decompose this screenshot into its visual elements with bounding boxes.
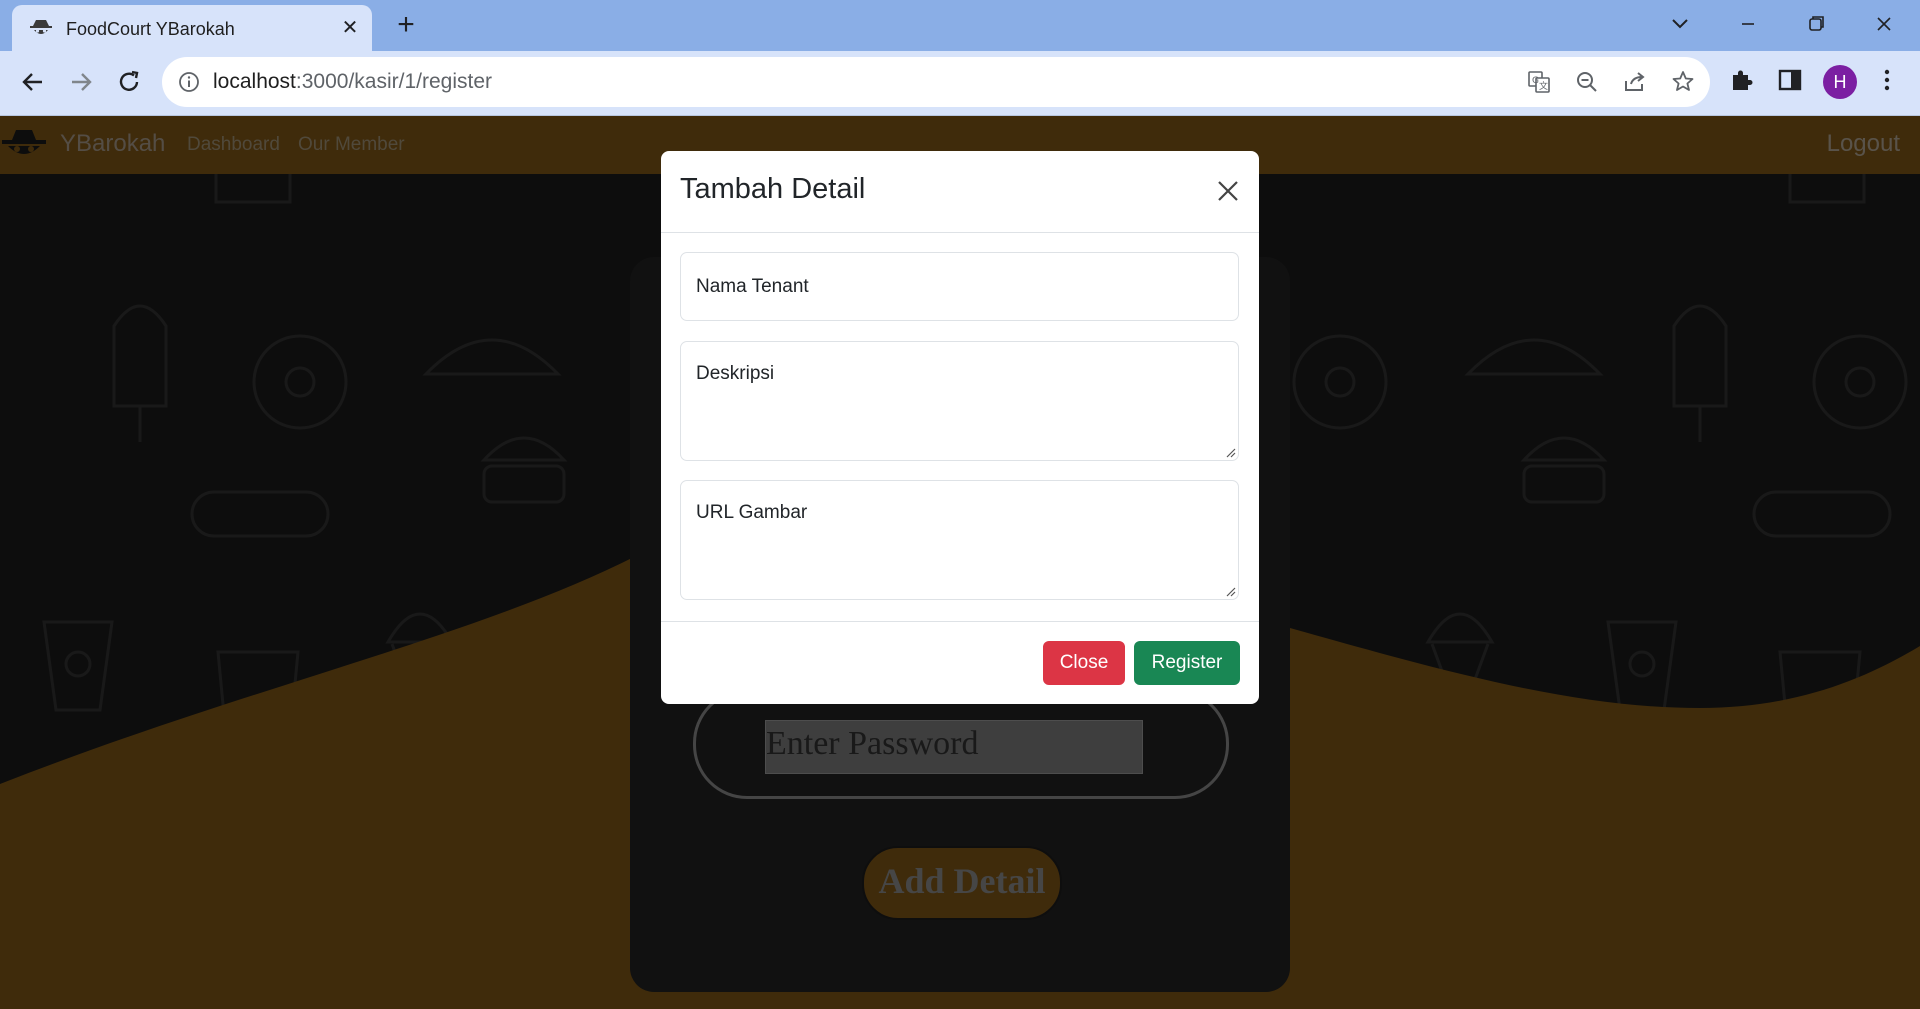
deskripsi-textarea[interactable]: Deskripsi [680, 341, 1239, 461]
window-close-icon[interactable] [1868, 10, 1900, 38]
forward-arrow-icon[interactable] [64, 65, 98, 99]
modal-header: Tambah Detail [661, 151, 1259, 233]
side-panel-icon[interactable] [1776, 66, 1804, 94]
close-button[interactable]: Close [1043, 641, 1125, 685]
browser-toolbar: localhost:3000/kasir/1/register G文 H [0, 51, 1920, 116]
translate-icon[interactable]: G文 [1526, 69, 1552, 95]
url-text: localhost:3000/kasir/1/register [213, 70, 492, 93]
svg-text:G: G [1532, 76, 1539, 86]
nama-tenant-placeholder: Nama Tenant [696, 276, 809, 297]
register-button[interactable]: Register [1134, 641, 1240, 685]
tab-search-chevron-icon[interactable] [1664, 10, 1696, 38]
page-content: YBarokah Dashboard Our Member Logout Ent… [0, 116, 1920, 1009]
modal-title: Tambah Detail [680, 173, 866, 205]
modal-footer: Close Register [661, 621, 1259, 704]
back-arrow-icon[interactable] [16, 65, 50, 99]
resize-handle-icon[interactable] [1224, 585, 1236, 597]
profile-avatar[interactable]: H [1823, 65, 1857, 99]
browser-tab[interactable]: FoodCourt YBarokah ✕ [12, 5, 372, 51]
deskripsi-placeholder: Deskripsi [696, 363, 775, 384]
svg-text:文: 文 [1539, 80, 1548, 92]
tambah-detail-modal: Tambah Detail Nama Tenant Deskripsi URL … [661, 151, 1259, 704]
more-menu-icon[interactable] [1873, 66, 1901, 94]
bookmark-star-icon[interactable] [1670, 69, 1696, 95]
reload-icon[interactable] [112, 65, 146, 99]
address-bar[interactable]: localhost:3000/kasir/1/register G文 [162, 57, 1710, 107]
modal-close-icon[interactable] [1214, 177, 1242, 205]
url-gambar-placeholder: URL Gambar [696, 502, 808, 523]
minimize-icon[interactable] [1732, 10, 1764, 38]
extensions-puzzle-icon[interactable] [1728, 66, 1756, 94]
share-icon[interactable] [1622, 69, 1648, 95]
zoom-out-icon[interactable] [1574, 69, 1600, 95]
incognito-bandit-icon [30, 20, 52, 34]
restore-icon[interactable] [1800, 10, 1832, 38]
site-info-icon[interactable] [178, 71, 200, 93]
new-tab-icon[interactable]: + [390, 10, 422, 42]
nama-tenant-input[interactable]: Nama Tenant [680, 252, 1239, 321]
url-gambar-textarea[interactable]: URL Gambar [680, 480, 1239, 600]
tab-title: FoodCourt YBarokah [66, 19, 235, 39]
tab-close-icon[interactable]: ✕ [337, 15, 363, 41]
resize-handle-icon[interactable] [1224, 446, 1236, 458]
browser-tab-bar: FoodCourt YBarokah ✕ + [0, 0, 1920, 51]
